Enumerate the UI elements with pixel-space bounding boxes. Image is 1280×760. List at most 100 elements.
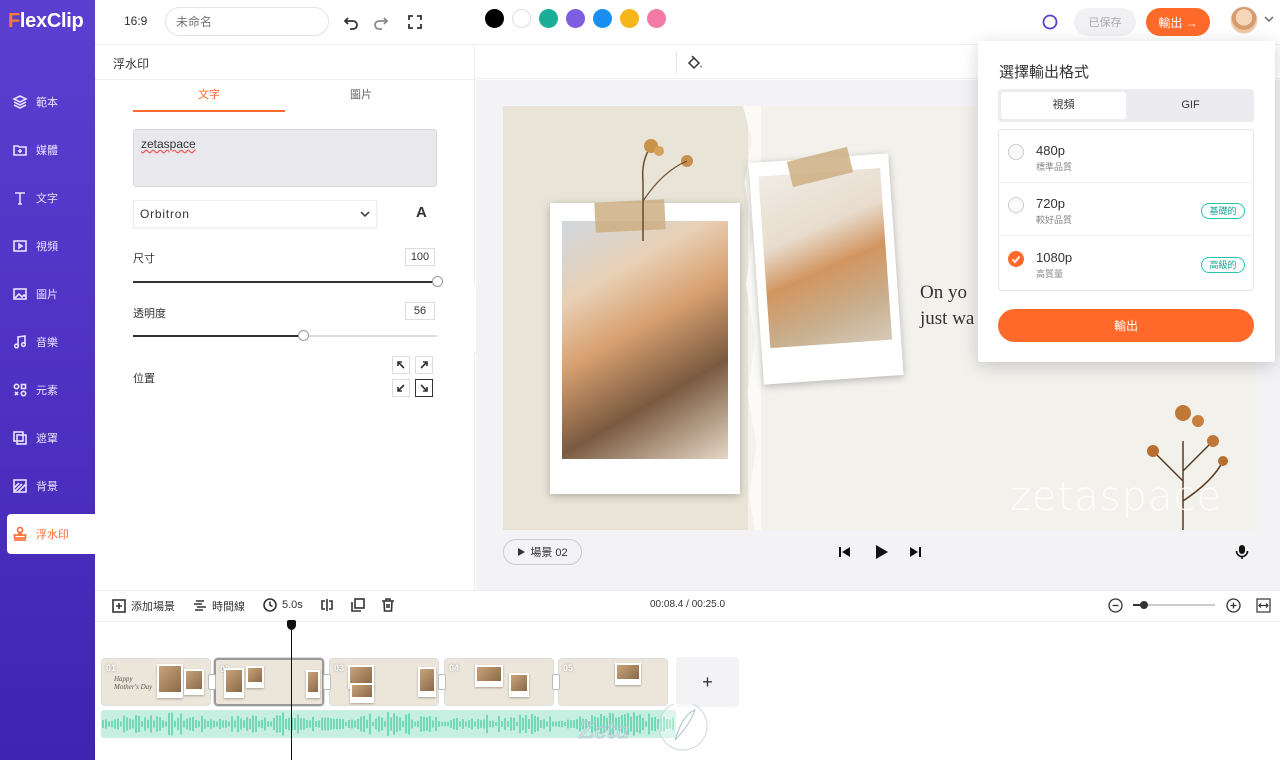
color-swatch-blue[interactable] [593,9,612,28]
radio-button[interactable] [1008,144,1024,160]
timeline-clip-01[interactable]: 01 Happy Mother's Day [101,658,211,706]
position-top-left-button[interactable] [392,356,410,374]
sidebar-item-text[interactable]: 文字 [0,178,95,218]
photo-mother-child [562,221,728,459]
polaroid-frame-left [550,203,740,494]
play-icon[interactable] [872,543,890,561]
divider [676,52,677,74]
project-name-input[interactable] [165,7,329,36]
timeline-clip-05[interactable]: 05 [558,658,668,706]
chevron-down-icon[interactable] [1264,14,1274,24]
flexclip-logo[interactable]: FlexClip [8,10,84,33]
zoom-in-icon[interactable] [1226,598,1241,613]
position-top-right-button[interactable] [415,356,433,374]
resolution-option-720p[interactable]: 720p 較好品質 基礎的 [999,183,1253,236]
microphone-icon[interactable] [1233,543,1251,561]
add-scene-button[interactable]: 添加場景 [112,598,175,614]
font-select[interactable]: Orbitron [133,200,377,228]
saved-status-button[interactable]: 已保存 [1074,8,1136,36]
sidebar-item-image[interactable]: 圖片 [0,274,95,314]
timeline-clip-02[interactable]: 02 [214,658,324,706]
divider [95,79,475,80]
fit-width-icon[interactable] [1256,598,1271,613]
chat-icon[interactable] [1040,12,1060,32]
radio-button-checked[interactable] [1008,251,1024,267]
sidebar-item-templates[interactable]: 範本 [0,82,95,122]
timeline-view-button[interactable]: 時間線 [193,598,245,614]
export-dialog-title: 選擇輸出格式 [999,64,1090,81]
watermark-overlay[interactable]: zetaspace [1010,474,1222,520]
resolution-quality: 較好品質 [1036,215,1073,225]
timeline-clip-04[interactable]: 04 [444,658,554,706]
watermark-text-input[interactable]: zetaspace [133,129,437,187]
clip-number: 04 [449,663,460,673]
format-option-gif[interactable]: GIF [1128,92,1253,119]
duplicate-button[interactable] [351,598,365,612]
aspect-ratio-selector[interactable]: 16:9 [124,14,147,28]
size-value-input[interactable]: 100 [405,248,435,266]
clip-number: 05 [563,663,574,673]
avatar[interactable] [1230,6,1258,34]
opacity-slider-handle[interactable] [298,330,309,341]
sidebar-item-overlay[interactable]: 遮罩 [0,418,95,458]
music-icon [12,334,28,350]
opacity-value-input[interactable]: 56 [405,302,435,320]
color-swatch-pink[interactable] [647,9,666,28]
sidebar-item-background[interactable]: 背景 [0,466,95,506]
delete-button[interactable] [381,598,395,612]
sidebar-item-video[interactable]: 視頻 [0,226,95,266]
sidebar-item-media[interactable]: 媒體 [0,130,95,170]
export-button[interactable]: 輸出 → [1146,8,1210,36]
duration-button[interactable]: 5.0s [263,598,303,612]
canvas-caption-text[interactable]: On yo just wa [920,280,974,332]
size-slider-track[interactable] [133,281,437,283]
sidebar-item-label: 浮水印 [36,529,69,541]
skip-forward-icon[interactable] [906,543,924,561]
font-style-icon[interactable]: A [416,204,427,221]
fullscreen-icon[interactable] [405,12,425,32]
sidebar-item-watermark[interactable]: 浮水印 [7,514,95,554]
color-swatch-purple[interactable] [566,9,585,28]
redo-icon[interactable] [371,12,391,32]
color-swatch-black[interactable] [485,9,504,28]
size-label: 尺寸 [133,253,155,265]
sidebar-item-label: 視頻 [36,241,58,253]
clip-trim-handle[interactable] [438,674,446,690]
undo-icon[interactable] [341,12,361,32]
zoom-out-icon[interactable] [1108,598,1123,613]
canvas-caption-line-2: just wa [920,308,975,329]
resolution-option-1080p[interactable]: 1080p 高質量 高級的 [999,237,1253,290]
radio-button[interactable] [1008,197,1024,213]
resolution-option-480p[interactable]: 480p 標準品質 [999,130,1253,183]
background-icon [12,478,28,494]
resolution-name: 1080p [1036,250,1073,265]
tab-text[interactable]: 文字 [133,86,285,112]
split-icon [321,599,333,611]
position-bottom-right-button[interactable] [415,379,433,397]
playhead-line[interactable] [291,626,292,760]
sidebar-item-music[interactable]: 音樂 [0,322,95,362]
add-clip-button[interactable]: + [676,657,739,707]
sidebar-item-elements[interactable]: 元素 [0,370,95,410]
paint-bucket-icon[interactable] [686,54,704,72]
color-swatch-white[interactable] [512,9,531,28]
skip-back-icon[interactable] [836,543,854,561]
timeline-icon [194,600,206,611]
format-option-video[interactable]: 視頻 [1001,92,1126,119]
tab-image[interactable]: 圖片 [285,86,437,112]
clip-trim-handle[interactable] [208,674,216,690]
color-swatch-teal[interactable] [539,9,558,28]
export-submit-button[interactable]: 輸出 [998,309,1254,342]
clip-trim-handle[interactable] [552,674,560,690]
zoom-slider-handle[interactable] [1140,601,1148,609]
timeline-clip-03[interactable]: 03 [329,658,439,706]
size-slider-handle[interactable] [432,276,443,287]
play-scene-button[interactable]: 場景 02 [503,539,582,565]
color-swatch-yellow[interactable] [620,9,639,28]
split-button[interactable] [320,598,334,612]
clip-trim-handle[interactable] [323,674,331,690]
opacity-slider-track[interactable] [133,335,437,337]
play-icon [518,548,526,556]
position-label: 位置 [133,373,155,385]
position-bottom-left-button[interactable] [392,379,410,397]
